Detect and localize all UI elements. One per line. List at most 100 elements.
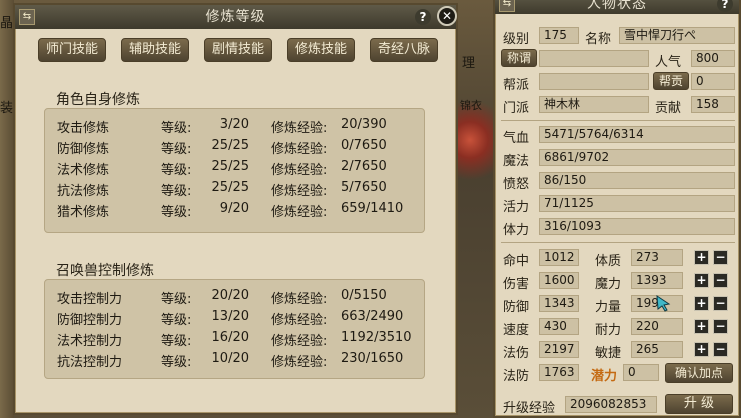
faction-label: 帮派 bbox=[503, 78, 530, 93]
contribution-button[interactable]: 帮贡 bbox=[653, 72, 689, 90]
exp-value: 663/2490 bbox=[341, 309, 404, 324]
hp-label: 气血 bbox=[503, 131, 530, 146]
level-label: 等级: bbox=[161, 334, 192, 349]
speed-field: 430 bbox=[539, 318, 579, 335]
status-title: 人物状态 bbox=[587, 0, 647, 12]
level-label: 等级: bbox=[161, 163, 192, 178]
menu-icon[interactable]: ⇆ bbox=[19, 9, 35, 25]
strength-label: 力量 bbox=[595, 300, 622, 315]
speed-label: 速度 bbox=[503, 323, 530, 338]
exp-value: 1192/3510 bbox=[341, 330, 412, 345]
table-row: 猎术修炼 等级: 9/20 修炼经验: 659/1410 bbox=[57, 201, 417, 220]
pet-cultivation-box: 攻击控制力 等级: 20/20 修炼经验: 0/5150 防御控制力 等级: 1… bbox=[44, 279, 425, 379]
exp-value: 659/1410 bbox=[341, 201, 404, 216]
exp-label: 修炼经验: bbox=[271, 121, 328, 136]
close-icon[interactable]: ✕ bbox=[437, 6, 457, 26]
constitution-label: 体质 bbox=[595, 254, 622, 269]
status-menu-icon[interactable]: ⇆ bbox=[499, 0, 515, 12]
stamina-label: 体力 bbox=[503, 223, 530, 238]
skill-name: 抗法控制力 bbox=[57, 355, 123, 370]
exp-value: 0/7650 bbox=[341, 138, 387, 153]
level-label: 等级: bbox=[161, 205, 192, 220]
skill-name: 攻击控制力 bbox=[57, 292, 123, 307]
agility-minus-button[interactable]: − bbox=[713, 342, 728, 357]
hit-label: 命中 bbox=[503, 254, 530, 269]
level-label: 级别 bbox=[503, 32, 530, 47]
skill-name: 攻击修炼 bbox=[57, 121, 110, 136]
exp-label: 修炼经验: bbox=[271, 142, 328, 157]
level-value: 25/25 bbox=[211, 180, 249, 195]
magic-label: 魔力 bbox=[595, 277, 622, 292]
table-row: 抗法控制力 等级: 10/20 修炼经验: 230/1650 bbox=[57, 351, 417, 370]
defense-label: 防御 bbox=[503, 300, 530, 315]
character-status-panel: 人物状态 ⇆ ? 级别 175 名称 雪中悍刀行ぺ 称谓 人气 800 帮派 帮… bbox=[493, 0, 741, 418]
level-value: 10/20 bbox=[211, 351, 249, 366]
exp-value: 2/7650 bbox=[341, 159, 387, 174]
strength-plus-button[interactable]: + bbox=[694, 296, 709, 311]
magic-field: 1393 bbox=[631, 272, 683, 289]
magic-minus-button[interactable]: − bbox=[713, 273, 728, 288]
potential-label: 潜力 bbox=[591, 369, 618, 384]
panel-title: 修炼等级 bbox=[205, 9, 266, 25]
merit-field: 158 bbox=[691, 96, 735, 113]
exp-label: 修炼经验: bbox=[271, 292, 328, 307]
agility-plus-button[interactable]: + bbox=[694, 342, 709, 357]
endurance-label: 耐力 bbox=[595, 323, 622, 338]
table-row: 防御控制力 等级: 13/20 修炼经验: 663/2490 bbox=[57, 309, 417, 328]
mp-field: 6861/9702 bbox=[539, 149, 735, 166]
skill-name: 抗法修炼 bbox=[57, 184, 110, 199]
tab-story-skills[interactable]: 剧情技能 bbox=[204, 38, 272, 62]
tab-cultivation-skills[interactable]: 修炼技能 bbox=[287, 38, 355, 62]
stamina-field: 316/1093 bbox=[539, 218, 735, 235]
tab-assist-skills[interactable]: 辅助技能 bbox=[121, 38, 189, 62]
level-field: 175 bbox=[539, 27, 579, 44]
level-value: 9/20 bbox=[219, 201, 249, 216]
tab-meridians[interactable]: 奇经八脉 bbox=[370, 38, 438, 62]
endurance-minus-button[interactable]: − bbox=[713, 319, 728, 334]
hp-field: 5471/5764/6314 bbox=[539, 126, 735, 143]
scene-left-strip bbox=[0, 0, 14, 418]
title-field bbox=[539, 50, 649, 67]
level-label: 等级: bbox=[161, 292, 192, 307]
name-field: 雪中悍刀行ぺ bbox=[619, 27, 735, 44]
cultivation-titlebar[interactable]: 修炼等级 bbox=[15, 5, 456, 29]
defense-field: 1343 bbox=[539, 295, 579, 312]
skill-name: 猎术修炼 bbox=[57, 205, 110, 220]
level-label: 等级: bbox=[161, 142, 192, 157]
divider bbox=[501, 242, 735, 243]
level-value: 25/25 bbox=[211, 138, 249, 153]
scene-text-d: 锦衣 bbox=[460, 99, 482, 112]
title-button[interactable]: 称谓 bbox=[501, 49, 537, 67]
level-label: 等级: bbox=[161, 313, 192, 328]
magic-plus-button[interactable]: + bbox=[694, 273, 709, 288]
cultivation-panel: 修炼等级 ⇆ ? ✕ 师门技能 辅助技能 剧情技能 修炼技能 奇经八脉 角色自身… bbox=[13, 3, 458, 415]
self-cultivation-title: 角色自身修炼 bbox=[56, 92, 140, 108]
strength-minus-button[interactable]: − bbox=[713, 296, 728, 311]
tab-school-skills[interactable]: 师门技能 bbox=[38, 38, 106, 62]
anger-field: 86/150 bbox=[539, 172, 735, 189]
scene-text-c: 理 bbox=[462, 56, 476, 71]
upgrade-exp-label: 升级经验 bbox=[503, 401, 556, 416]
constitution-minus-button[interactable]: − bbox=[713, 250, 728, 265]
endurance-plus-button[interactable]: + bbox=[694, 319, 709, 334]
divider bbox=[501, 120, 735, 121]
endurance-field: 220 bbox=[631, 318, 683, 335]
confirm-points-button[interactable]: 确认加点 bbox=[665, 363, 733, 383]
exp-value: 20/390 bbox=[341, 117, 387, 132]
faction-field bbox=[539, 73, 649, 90]
constitution-plus-button[interactable]: + bbox=[694, 250, 709, 265]
level-value: 13/20 bbox=[211, 309, 249, 324]
damage-field: 1600 bbox=[539, 272, 579, 289]
magic-damage-field: 2197 bbox=[539, 341, 579, 358]
upgrade-exp-field: 2096082853 bbox=[565, 396, 657, 413]
exp-label: 修炼经验: bbox=[271, 163, 328, 178]
help-icon[interactable]: ? bbox=[415, 9, 431, 25]
table-row: 攻击控制力 等级: 20/20 修炼经验: 0/5150 bbox=[57, 288, 417, 307]
status-titlebar[interactable]: 人物状态 bbox=[495, 0, 739, 14]
level-value: 3/20 bbox=[219, 117, 249, 132]
level-value: 16/20 bbox=[211, 330, 249, 345]
table-row: 法术控制力 等级: 16/20 修炼经验: 1192/3510 bbox=[57, 330, 417, 349]
upgrade-button[interactable]: 升 级 bbox=[665, 394, 733, 414]
magic-defense-field: 1763 bbox=[539, 364, 579, 381]
pet-cultivation-title: 召唤兽控制修炼 bbox=[56, 263, 154, 279]
